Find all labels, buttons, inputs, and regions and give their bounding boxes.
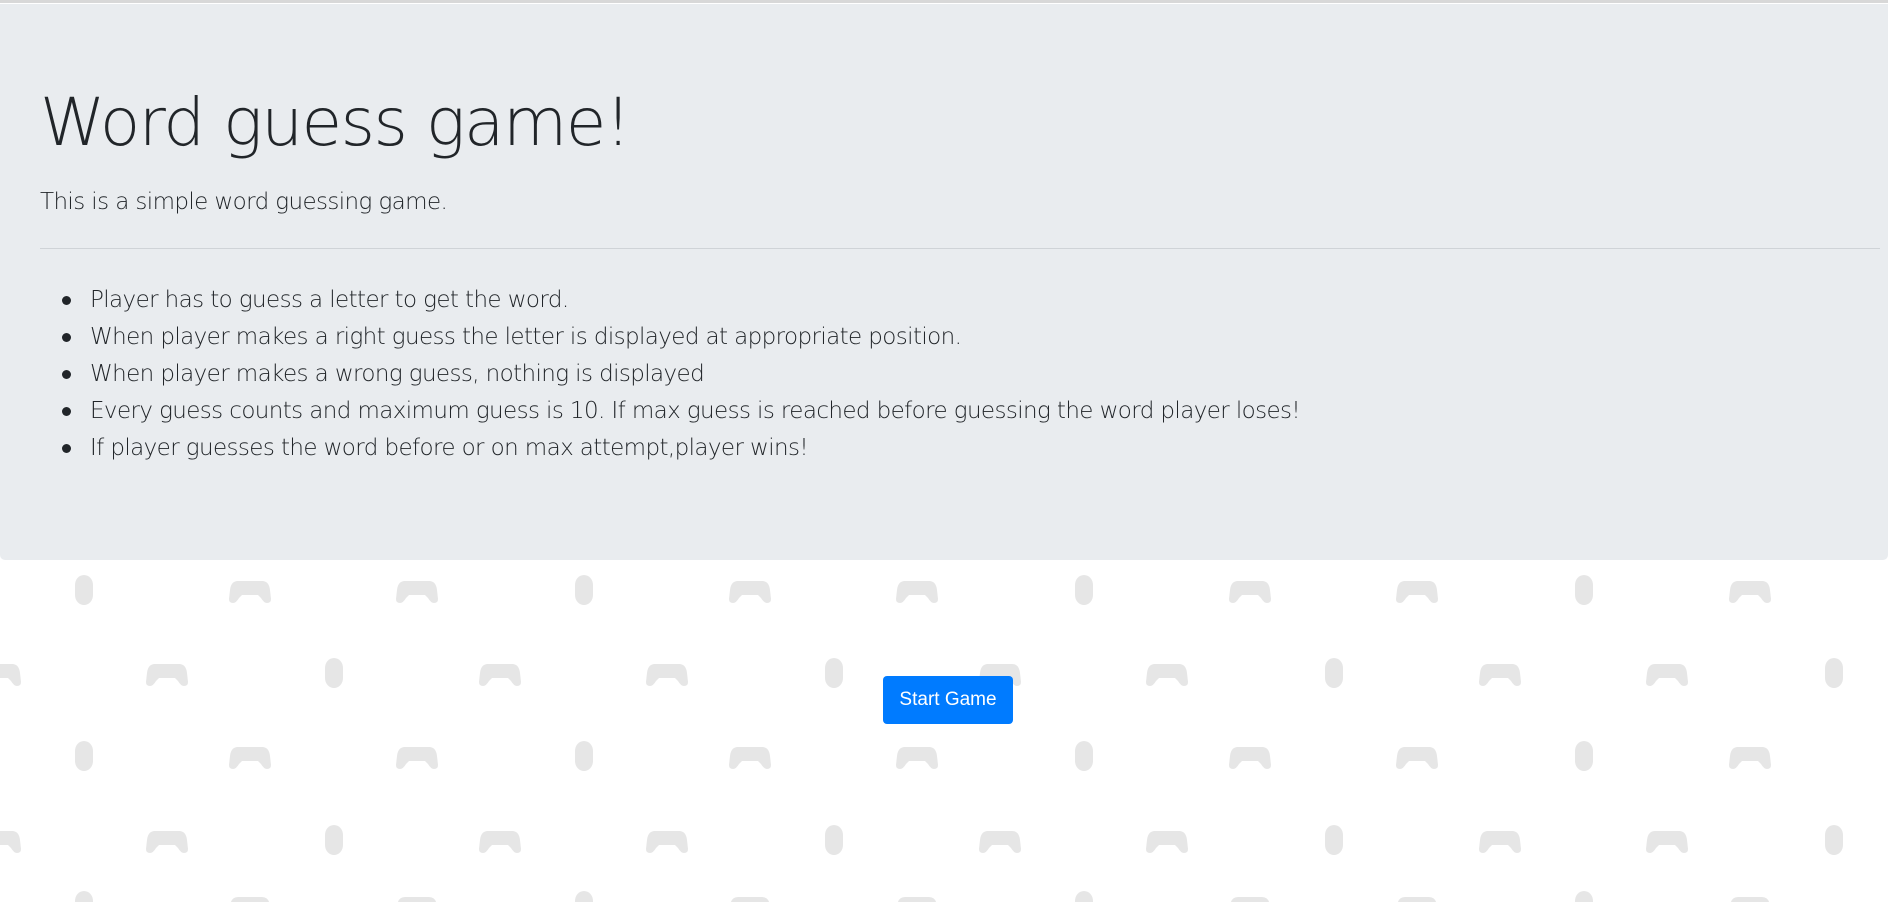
mouse-icon	[1575, 741, 1593, 771]
gamepad-icon	[729, 747, 771, 769]
gamepad-icon	[896, 581, 938, 603]
mouse-icon	[1825, 825, 1843, 855]
mouse-icon	[75, 575, 93, 605]
bullet-icon	[62, 296, 71, 305]
gamepad-icon	[1229, 897, 1271, 902]
rule-item: Player has to guess a letter to get the …	[40, 282, 1300, 319]
rule-item: When player makes a wrong guess, nothing…	[40, 356, 1300, 393]
gamepad-icon	[1146, 831, 1188, 853]
rule-text: Every guess counts and maximum guess is …	[90, 398, 1301, 424]
mouse-icon	[1325, 825, 1343, 855]
gamepad-icon	[1729, 897, 1771, 902]
mouse-icon	[1825, 658, 1843, 688]
mouse-icon	[1575, 575, 1593, 605]
gamepad-icon	[1646, 664, 1688, 686]
gamepad-icon	[1229, 581, 1271, 603]
gamepad-icon	[896, 747, 938, 769]
rule-text: If player guesses the word before or on …	[90, 435, 809, 461]
rule-text: When player makes a wrong guess, nothing…	[90, 361, 705, 387]
gamepad-icon	[229, 747, 271, 769]
mouse-icon	[825, 658, 843, 688]
gamepad-icon	[1729, 747, 1771, 769]
mouse-icon	[1325, 658, 1343, 688]
gamepad-icon	[1479, 664, 1521, 686]
gamepad-icon	[146, 831, 188, 853]
mouse-icon	[575, 575, 593, 605]
page-title: Word guess game!	[40, 84, 631, 161]
mouse-icon	[575, 741, 593, 771]
gamepad-icon	[396, 581, 438, 603]
page-subtitle: This is a simple word guessing game.	[40, 189, 448, 215]
mouse-icon	[1075, 891, 1093, 902]
mouse-icon	[575, 891, 593, 902]
mouse-icon	[825, 825, 843, 855]
mouse-icon	[1575, 891, 1593, 902]
bullet-icon	[62, 407, 71, 416]
bullet-icon	[62, 333, 71, 342]
mouse-icon	[75, 891, 93, 902]
rule-text: Player has to guess a letter to get the …	[90, 287, 569, 313]
mouse-icon	[325, 658, 343, 688]
bullet-icon	[62, 370, 71, 379]
bullet-icon	[62, 444, 71, 453]
gamepad-icon	[729, 897, 771, 902]
intro-jumbotron: Word guess game! This is a simple word g…	[0, 4, 1888, 560]
mouse-icon	[75, 741, 93, 771]
mouse-icon	[1075, 741, 1093, 771]
rule-text: When player makes a right guess the lett…	[90, 324, 962, 350]
gamepad-icon	[229, 897, 271, 902]
gamepad-icon	[1396, 747, 1438, 769]
gamepad-icon	[479, 664, 521, 686]
gamepad-icon	[646, 831, 688, 853]
gamepad-icon	[396, 747, 438, 769]
divider	[40, 248, 1880, 249]
gamepad-icon	[729, 581, 771, 603]
rule-item: If player guesses the word before or on …	[40, 430, 1300, 467]
gamepad-icon	[1479, 831, 1521, 853]
mouse-icon	[325, 825, 343, 855]
rule-item: When player makes a right guess the lett…	[40, 319, 1300, 356]
rules-list: Player has to guess a letter to get the …	[40, 282, 1301, 467]
gamepad-icon	[646, 664, 688, 686]
gamepad-icon	[1396, 581, 1438, 603]
gamepad-icon	[979, 831, 1021, 853]
rule-item: Every guess counts and maximum guess is …	[40, 393, 1301, 430]
gamepad-icon	[1646, 831, 1688, 853]
gamepad-icon	[1146, 664, 1188, 686]
gamepad-icon	[896, 897, 938, 902]
gamepad-icon	[0, 664, 21, 686]
gamepad-icon	[0, 831, 21, 853]
gamepad-icon	[396, 897, 438, 902]
gamepad-icon	[1396, 897, 1438, 902]
gamepad-icon	[479, 831, 521, 853]
gamepad-icon	[146, 664, 188, 686]
gamepad-icon	[1729, 581, 1771, 603]
mouse-icon	[1075, 575, 1093, 605]
gamepad-icon	[229, 581, 271, 603]
start-game-button[interactable]: Start Game	[883, 676, 1013, 724]
gamepad-icon	[1229, 747, 1271, 769]
